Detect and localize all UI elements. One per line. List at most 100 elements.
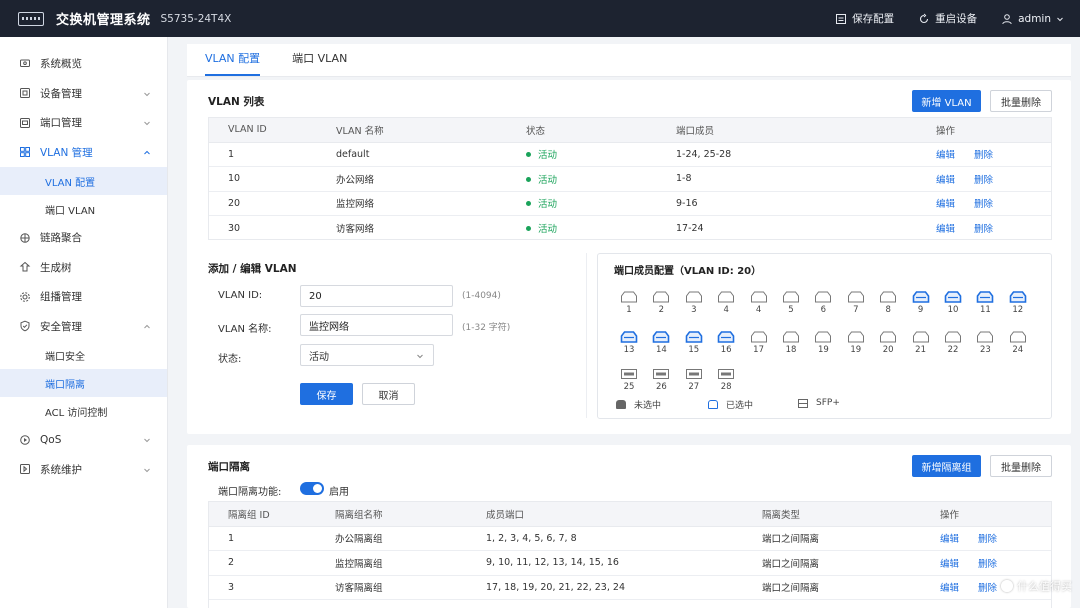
port-4[interactable]: 4 <box>749 290 769 315</box>
port-25[interactable]: 25 <box>619 368 639 392</box>
delete-link[interactable]: 删除 <box>974 150 993 161</box>
batch-delete-vlan-button[interactable]: 批量删除 <box>990 90 1052 112</box>
port-number: 24 <box>1012 345 1024 355</box>
sidebar-subitem-port-security[interactable]: 端口安全 <box>0 341 167 369</box>
sidebar-item-link-aggregation[interactable]: 链路聚合 <box>0 223 167 253</box>
cancel-button[interactable]: 取消 <box>362 383 415 405</box>
port-19[interactable]: 19 <box>813 330 833 355</box>
add-isolation-group-button[interactable]: 新增隔离组 <box>912 455 981 477</box>
vlan-table: VLAN ID VLAN 名称 状态 端口成员 操作 1 default 活动 … <box>209 118 1051 240</box>
port-15[interactable]: 15 <box>684 330 704 355</box>
sidebar-item-stp[interactable]: 生成树 <box>0 253 167 283</box>
edit-link[interactable]: 编辑 <box>936 224 955 235</box>
sidebar-item-vlan[interactable]: VLAN 管理 <box>0 138 167 168</box>
edit-link[interactable]: 编辑 <box>940 534 959 545</box>
sidebar-item-multicast[interactable]: 组播管理 <box>0 282 167 312</box>
port-17[interactable]: 17 <box>749 330 769 355</box>
port-14[interactable]: 14 <box>651 330 671 355</box>
port-22[interactable]: 22 <box>943 330 963 355</box>
column-header: 隔离组 ID <box>209 502 335 527</box>
delete-link[interactable]: 删除 <box>978 583 997 594</box>
port-27[interactable]: 27 <box>684 368 704 392</box>
group-members-cell: 9, 10, 11, 12, 13, 14, 15, 16 <box>486 550 762 576</box>
sidebar-item-qos[interactable]: QoS <box>0 425 167 455</box>
port-20[interactable]: 20 <box>878 330 898 355</box>
sidebar-item-device[interactable]: 设备管理 <box>0 79 167 109</box>
gear-icon <box>20 291 30 302</box>
add-vlan-button[interactable]: 新增 VLAN <box>912 90 981 112</box>
port-8[interactable]: 8 <box>878 290 898 315</box>
chevron-down-icon <box>1057 17 1063 21</box>
tab-vlan-config[interactable]: VLAN 配置 <box>205 50 261 76</box>
port-9[interactable]: 9 <box>911 290 931 315</box>
delete-link[interactable]: 删除 <box>974 224 993 235</box>
vlan-ports-cell: 17-24 <box>676 222 704 234</box>
port-18[interactable]: 18 <box>781 330 801 355</box>
port-24[interactable]: 24 <box>1008 330 1028 355</box>
sidebar-item-maintenance[interactable]: 系统维护 <box>0 455 167 485</box>
port-7[interactable]: 7 <box>846 290 866 315</box>
vlan-id-input[interactable] <box>300 285 453 307</box>
port-selected-icon <box>1009 291 1027 303</box>
port-1[interactable]: 1 <box>619 290 639 315</box>
shield-icon <box>20 320 30 332</box>
port-10[interactable]: 10 <box>943 290 963 315</box>
edit-link[interactable]: 编辑 <box>936 150 955 161</box>
save-button[interactable]: 保存 <box>300 383 353 405</box>
port-19[interactable]: 19 <box>846 330 866 355</box>
group-members-cell: 17, 18, 19, 20, 21, 22, 23, 24 <box>486 575 762 600</box>
edit-link[interactable]: 编辑 <box>940 559 959 570</box>
device-model: S5735-24T4X <box>160 12 232 25</box>
port-21[interactable]: 21 <box>911 330 931 355</box>
column-header: 端口成员 <box>676 118 936 143</box>
port-6[interactable]: 6 <box>813 290 833 315</box>
edit-link[interactable]: 编辑 <box>936 175 955 186</box>
sidebar-subitem-vlan-config[interactable]: VLAN 配置 <box>0 167 167 195</box>
sidebar-item-port[interactable]: 端口管理 <box>0 108 167 138</box>
delete-link[interactable]: 删除 <box>978 534 997 545</box>
sidebar-item-security[interactable]: 安全管理 <box>0 312 167 342</box>
delete-link[interactable]: 删除 <box>974 175 993 186</box>
isolation-toggle[interactable] <box>300 482 324 495</box>
group-name-cell: 监控隔离组 <box>335 550 486 576</box>
column-header: 成员端口 <box>486 502 762 527</box>
sidebar-subitem-port-isolation[interactable]: 端口隔离 <box>0 369 167 397</box>
port-12[interactable]: 12 <box>1008 290 1028 315</box>
device-icon <box>20 88 30 99</box>
vlan-name-input[interactable] <box>300 314 453 336</box>
port-number: 20 <box>882 345 894 355</box>
legend-label: SFP+ <box>816 398 840 408</box>
vlan-status-select[interactable]: 活动 <box>300 344 434 366</box>
port-11[interactable]: 11 <box>975 290 995 315</box>
user-menu[interactable]: admin <box>1001 13 1064 25</box>
sidebar-subitem-port-vlan[interactable]: 端口 VLAN <box>0 195 167 223</box>
port-2[interactable]: 2 <box>651 290 671 315</box>
port-4[interactable]: 4 <box>716 290 736 315</box>
group-id-cell: 2 <box>209 550 335 576</box>
port-number: 14 <box>655 345 667 355</box>
port-16[interactable]: 16 <box>716 330 736 355</box>
port-5[interactable]: 5 <box>781 290 801 315</box>
restart-button[interactable]: 重启设备 <box>918 11 977 26</box>
tab-bar: VLAN 配置 端口 VLAN <box>187 44 1071 77</box>
port-3[interactable]: 3 <box>684 290 704 315</box>
tab-port-vlan[interactable]: 端口 VLAN <box>292 50 347 76</box>
port-number: 19 <box>817 345 829 355</box>
port-number: 8 <box>885 305 891 315</box>
delete-link[interactable]: 删除 <box>978 559 997 570</box>
port-13[interactable]: 13 <box>619 330 639 355</box>
port-28[interactable]: 28 <box>716 368 736 392</box>
save-config-button[interactable]: 保存配置 <box>835 11 894 26</box>
port-23[interactable]: 23 <box>975 330 995 355</box>
port-number: 25 <box>623 382 635 392</box>
delete-link[interactable]: 删除 <box>974 199 993 210</box>
port-unselected-icon <box>653 291 670 303</box>
edit-link[interactable]: 编辑 <box>940 583 959 594</box>
port-26[interactable]: 26 <box>651 368 671 392</box>
sidebar-subitem-acl[interactable]: ACL 访问控制 <box>0 397 167 425</box>
batch-delete-isolation-button[interactable]: 批量删除 <box>990 455 1052 477</box>
edit-link[interactable]: 编辑 <box>936 199 955 210</box>
isolation-title: 端口隔离 <box>208 461 250 473</box>
sidebar-item-overview[interactable]: 系统概览 <box>0 49 167 79</box>
user-icon <box>1002 13 1012 24</box>
